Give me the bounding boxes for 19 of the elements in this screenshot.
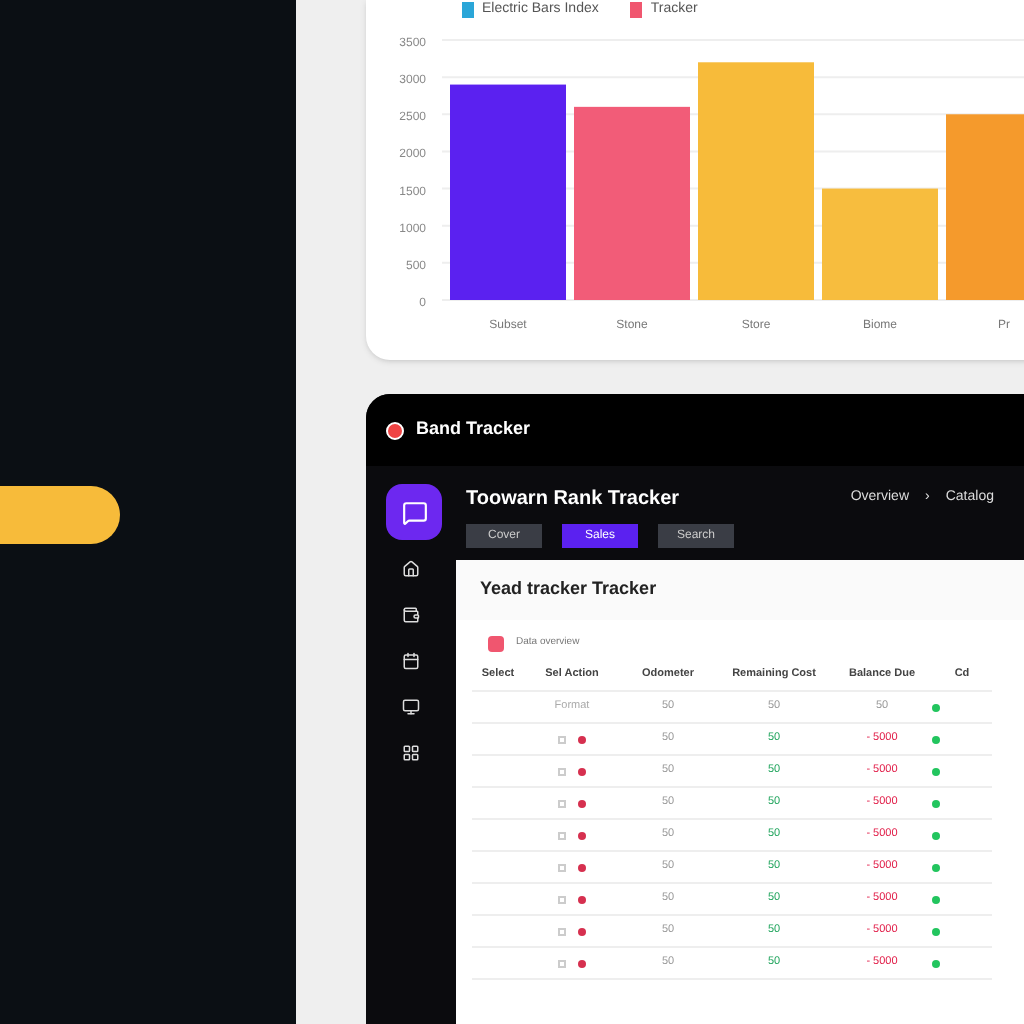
panel-title: Yead tracker Tracker bbox=[480, 576, 657, 603]
window-title: Band Tracker bbox=[416, 416, 531, 443]
grid-icon[interactable] bbox=[402, 744, 420, 762]
row-checkbox[interactable] bbox=[558, 831, 566, 839]
row-checkbox[interactable] bbox=[558, 895, 566, 903]
row-checkbox[interactable] bbox=[558, 767, 566, 775]
monitor-icon[interactable] bbox=[402, 698, 420, 716]
chat-icon bbox=[401, 499, 427, 525]
row-checkbox[interactable] bbox=[558, 927, 566, 935]
pill-shape bbox=[0, 486, 120, 544]
row-checkbox[interactable] bbox=[558, 959, 566, 967]
row-checkbox[interactable] bbox=[558, 799, 566, 807]
row-checkbox[interactable] bbox=[558, 863, 566, 871]
app-title: Toowarn Rank Tracker bbox=[466, 486, 680, 514]
row-checkbox[interactable] bbox=[558, 735, 566, 743]
section-icon bbox=[488, 636, 504, 652]
wallet-icon[interactable] bbox=[402, 606, 420, 624]
calendar-icon[interactable] bbox=[402, 652, 420, 670]
home-icon[interactable] bbox=[402, 560, 420, 578]
